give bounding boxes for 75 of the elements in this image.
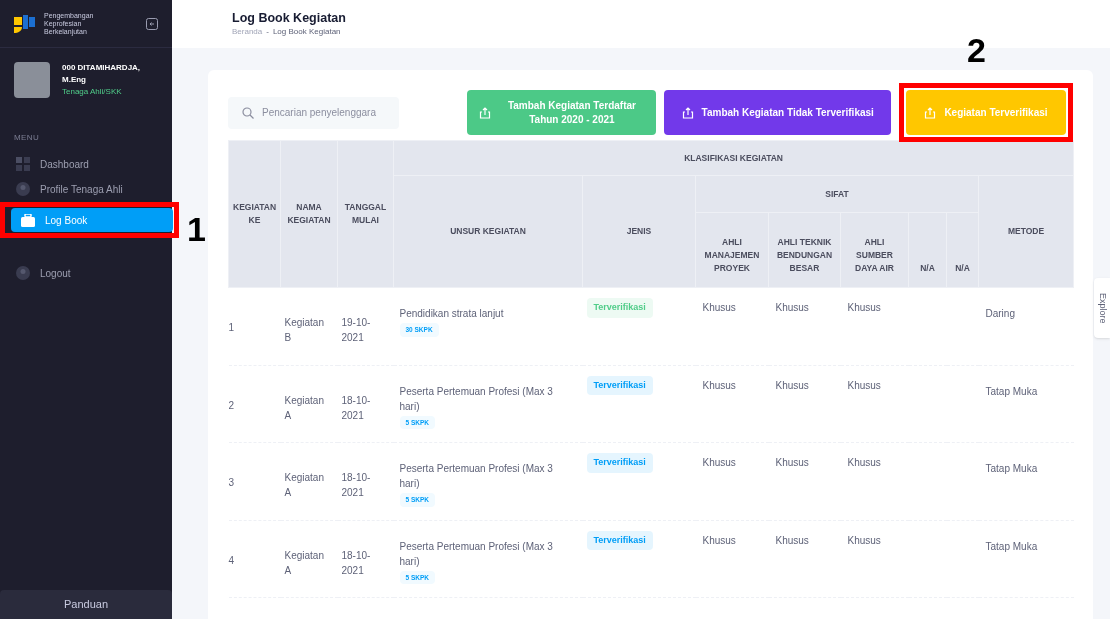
table-cell: Khusus [775, 302, 809, 313]
upload-icon [479, 106, 492, 119]
table-cell: Khusus [847, 457, 881, 468]
table-cell: Khusus [702, 457, 736, 468]
sidebar-item[interactable]: Profile Tenaga Ahli [0, 177, 172, 201]
column-header: KEGIATAN KE [228, 140, 281, 288]
column-header: SIFAT [695, 175, 979, 213]
table-cell-text: 18-10-2021 [341, 471, 372, 500]
table-cell: Tatap Muka [985, 463, 1038, 474]
table-cell: Khusus [847, 302, 881, 313]
person-icon [16, 266, 30, 280]
table-cell-text: Peserta Pertemuan Profesi (Max 3 hari) [399, 384, 554, 414]
status-badge: Terverifikasi [586, 530, 653, 550]
status-badge: Terverifikasi [586, 453, 653, 473]
table-cell-text: 18-10-2021 [341, 548, 372, 578]
logo-icon [14, 14, 36, 33]
breadcrumb-item: Log Book Kegiatan [272, 26, 341, 38]
user-name: 000 DITAMIHARDJA, M.Eng [62, 62, 142, 86]
table-cell: Khusus [775, 379, 809, 391]
search-field[interactable]: Pencarian penyelenggara [228, 96, 400, 129]
upload-icon [924, 106, 937, 119]
status-badge: Terverifikasi [586, 298, 653, 318]
annotation-number: 1 [187, 209, 206, 250]
table-cell: Daring [985, 308, 1015, 319]
user-role: Tenaga Ahli/SKK [62, 86, 123, 98]
table-cell-text: Peserta Pertemuan Profesi (Max 3 hari) [399, 462, 554, 491]
column-header: KLASIFIKASI KEGIATAN [393, 140, 1074, 176]
column-header: TANGGAL MULAI [337, 140, 394, 288]
column-header: AHLI MANAJEMEN PROYEK [695, 212, 769, 288]
column-header: AHLI TEKNIK BENDUNGAN BESAR [768, 212, 841, 288]
table-cell: Khusus [775, 457, 809, 468]
column-header: N/A [946, 212, 979, 288]
breadcrumb-item: - [266, 26, 269, 38]
table-cell-text: Kegiatan A [284, 393, 325, 423]
avatar-placeholder [14, 62, 50, 98]
status-badge: Terverifikasi [586, 375, 653, 395]
table-cell: Tatap Muka [985, 385, 1038, 397]
table-cell: Khusus [702, 534, 736, 546]
table-cell-text: Kegiatan A [284, 548, 325, 578]
explore-tab[interactable]: Explore [1094, 278, 1110, 338]
sidebar-item[interactable]: Logout [0, 261, 172, 285]
table-cell: Khusus [702, 302, 736, 313]
search-icon [242, 106, 254, 119]
table-cell: 4 [228, 554, 235, 566]
sidebar-item[interactable]: Dashboard [0, 152, 172, 176]
upload-icon [681, 106, 694, 119]
table-cell: Khusus [702, 379, 736, 391]
table-cell-text: Pendidikan strata lanjut [399, 307, 505, 321]
column-header: N/A [908, 212, 947, 288]
person-icon [16, 182, 30, 196]
guide-button[interactable]: Panduan [0, 590, 172, 619]
table-cell: Khusus [847, 379, 881, 391]
column-header: AHLI SUMBER DAYA AIR [840, 212, 909, 288]
table-cell-text: Kegiatan A [284, 471, 325, 500]
table-cell-text: 19-10-2021 [341, 316, 372, 345]
table-cell-text: Peserta Pertemuan Profesi (Max 3 hari) [399, 539, 554, 569]
column-header: NAMA KEGIATAN [280, 140, 338, 288]
annotation-number: 2 [967, 30, 986, 71]
page-title: Log Book Kegiatan [232, 10, 347, 26]
menu-label: MENU [13, 132, 41, 144]
table-cell: Tatap Muka [985, 540, 1038, 552]
table-cell: 3 [228, 477, 235, 488]
column-header: METODE [978, 175, 1074, 288]
briefcase-icon [21, 213, 35, 227]
table-cell: Khusus [775, 534, 809, 546]
table-cell-text: 18-10-2021 [341, 393, 372, 423]
column-header: JENIS [582, 175, 696, 288]
collapse-icon[interactable] [146, 17, 158, 30]
table-cell: 2 [228, 399, 235, 411]
column-header: UNSUR KEGIATAN [393, 175, 583, 288]
table-cell: Khusus [847, 534, 881, 546]
action-button[interactable]: Tambah Kegiatan Tidak Terverifikasi [664, 90, 891, 135]
table-cell: 1 [228, 322, 235, 333]
table-cell-text: Kegiatan B [284, 316, 325, 345]
grid-icon [16, 157, 30, 171]
